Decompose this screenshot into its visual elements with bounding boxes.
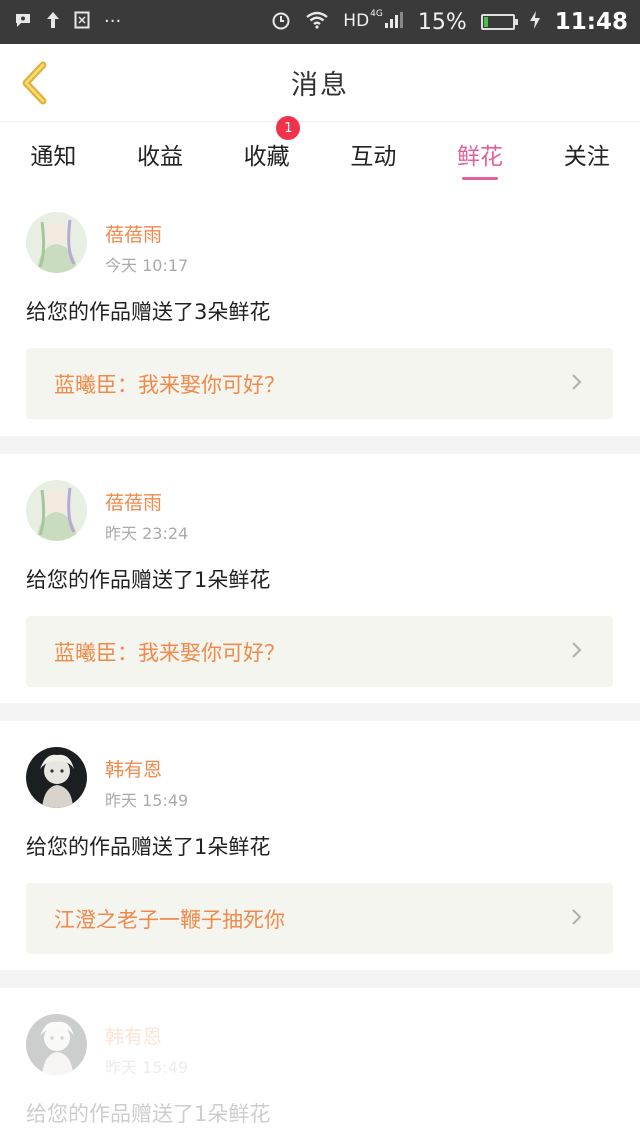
- top-bar: 消息: [0, 44, 640, 122]
- alarm-icon: [271, 10, 291, 34]
- battery-percent: 15%: [417, 9, 467, 35]
- tab-label: 鲜花: [457, 144, 504, 170]
- divider: [0, 970, 640, 988]
- tab-follows[interactable]: 关注: [533, 122, 640, 186]
- message-text: 给您的作品赠送了1朵鲜花: [26, 1102, 271, 1126]
- tab-label: 关注: [563, 144, 610, 170]
- message-text: 给您的作品赠送了1朵鲜花: [26, 835, 271, 859]
- work-quote-link[interactable]: 蓝曦臣：我来娶你可好？: [26, 348, 613, 419]
- tab-label: 收藏: [243, 144, 290, 170]
- status-bar: ··· HD 4G 15% 11:48: [0, 0, 640, 44]
- clock: 11:48: [554, 9, 628, 35]
- charging-icon: [529, 10, 541, 34]
- page-title: 消息: [291, 70, 349, 101]
- username[interactable]: 蓓蓓雨: [105, 488, 162, 515]
- tab-label: 通知: [30, 144, 77, 170]
- message-card: 蓓蓓雨 今天 10:17 给您的作品赠送了3朵鲜花 蓝曦臣：我来娶你可好？: [0, 186, 640, 436]
- signal-icon: [384, 11, 404, 33]
- message-text: 给您的作品赠送了1朵鲜花: [26, 568, 271, 592]
- tab-notifications[interactable]: 通知: [0, 122, 107, 186]
- timestamp: 昨天 15:49: [105, 791, 189, 810]
- upload-icon: [46, 11, 60, 33]
- timestamp: 昨天 23:24: [105, 524, 189, 543]
- work-quote-link[interactable]: 江澄之老子一鞭子抽死你: [26, 883, 613, 954]
- tab-label: 互动: [350, 144, 397, 170]
- timestamp: 昨天 15:49: [105, 1058, 189, 1077]
- back-arrow-icon: [22, 61, 47, 105]
- tab-earnings[interactable]: 收益: [107, 122, 214, 186]
- avatar[interactable]: [26, 1014, 87, 1075]
- tab-interactions[interactable]: 互动: [320, 122, 427, 186]
- more-dots-icon: ···: [104, 11, 122, 32]
- avatar[interactable]: [26, 212, 87, 273]
- work-quote-text: 江澄之老子一鞭子抽死你: [54, 907, 285, 932]
- back-button[interactable]: [10, 56, 60, 110]
- message-card: 韩有恩 昨天 15:49 给您的作品赠送了1朵鲜花: [0, 988, 640, 1138]
- work-quote-text: 蓝曦臣：我来娶你可好？: [54, 372, 285, 397]
- username[interactable]: 韩有恩: [105, 1022, 162, 1049]
- tab-label: 收益: [137, 144, 183, 170]
- work-quote-text: 蓝曦臣：我来娶你可好？: [54, 640, 285, 665]
- divider: [0, 703, 640, 721]
- username[interactable]: 韩有恩: [105, 755, 162, 782]
- message-card: 蓓蓓雨 昨天 23:24 给您的作品赠送了1朵鲜花 蓝曦臣：我来娶你可好？: [0, 454, 640, 703]
- avatar[interactable]: [26, 480, 87, 541]
- tab-favorites[interactable]: 收藏 1: [213, 116, 320, 186]
- timestamp: 今天 10:17: [105, 256, 189, 275]
- network-type-label: 4G: [370, 9, 383, 19]
- avatar[interactable]: [26, 747, 87, 808]
- notification-icon: [14, 12, 32, 32]
- network-hd-label: HD: [343, 11, 370, 31]
- unread-badge: 1: [276, 116, 301, 140]
- message-card: 韩有恩 昨天 15:49 给您的作品赠送了1朵鲜花 江澄之老子一鞭子抽死你: [0, 721, 640, 970]
- tab-flowers[interactable]: 鲜花: [427, 122, 534, 186]
- message-text: 给您的作品赠送了3朵鲜花: [26, 300, 271, 324]
- chevron-right-icon: [572, 909, 582, 925]
- tab-bar: 通知 收益 收藏 1 互动 鲜花 关注: [0, 116, 640, 186]
- battery-icon: [480, 14, 518, 30]
- chevron-right-icon: [572, 642, 582, 658]
- work-quote-link[interactable]: 蓝曦臣：我来娶你可好？: [26, 616, 613, 687]
- username[interactable]: 蓓蓓雨: [105, 220, 162, 247]
- chevron-right-icon: [572, 374, 582, 390]
- divider: [0, 436, 640, 454]
- screenshot-icon: [74, 11, 90, 33]
- wifi-icon: [305, 11, 329, 33]
